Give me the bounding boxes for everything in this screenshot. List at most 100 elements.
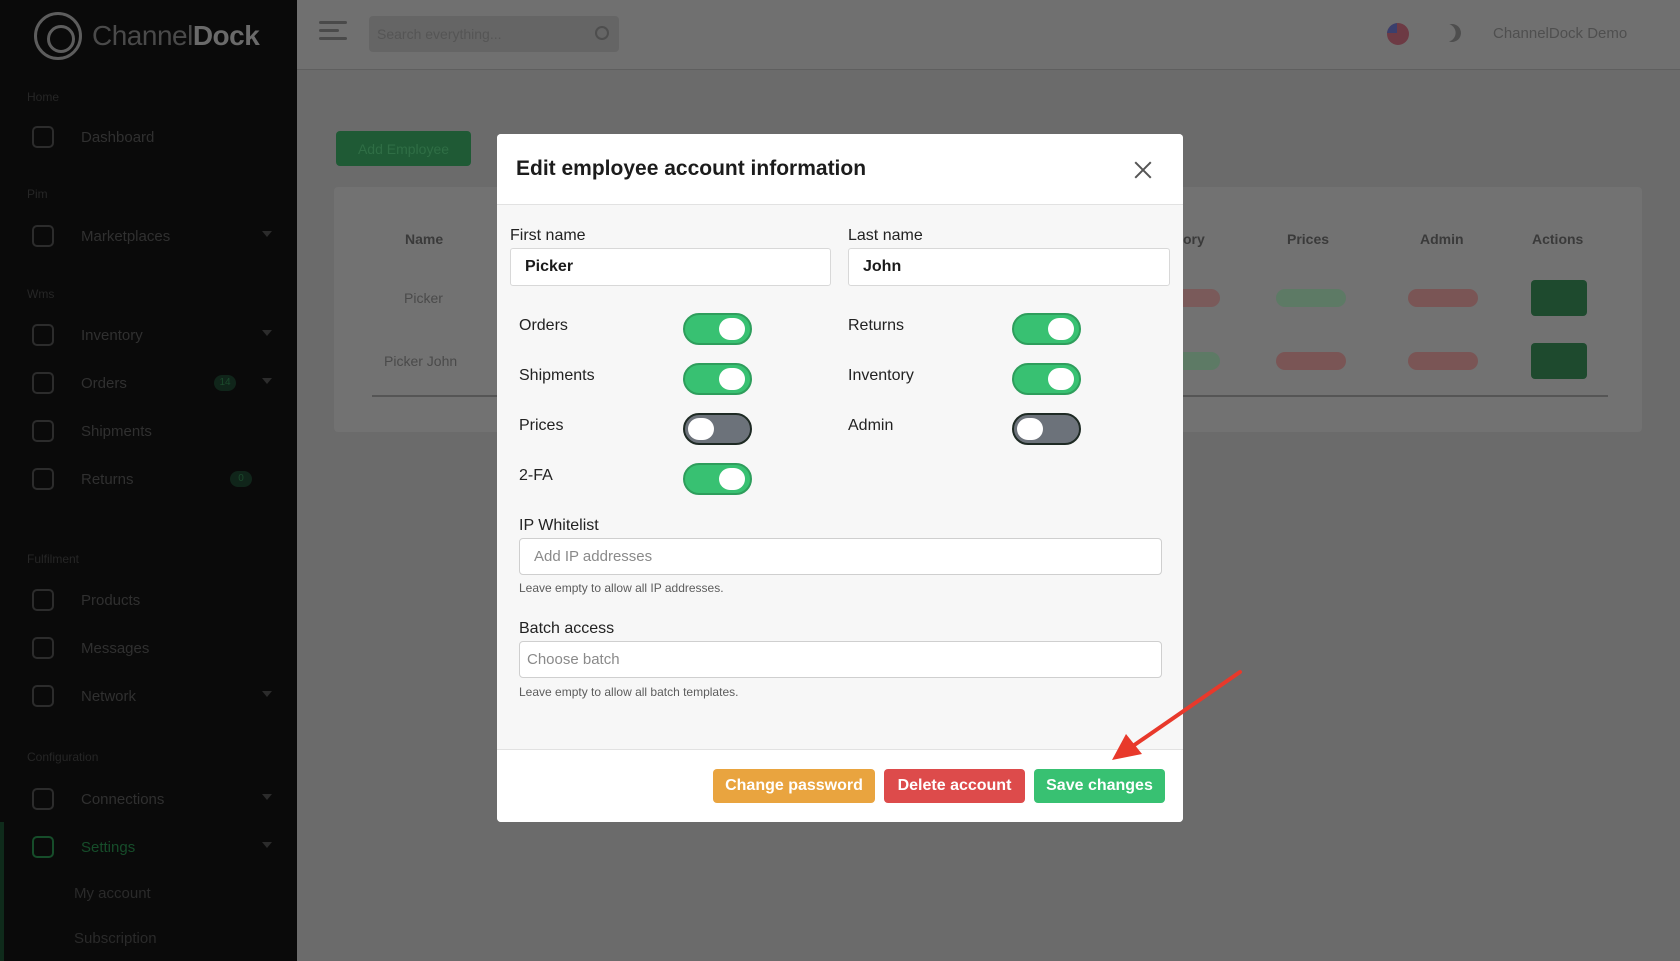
sidebar-item-label: Dashboard (81, 128, 155, 146)
cart-icon (32, 225, 54, 247)
sidebar-item-settings[interactable]: Settings (32, 831, 272, 863)
sidebar-item-label: Shipments (81, 422, 152, 440)
chevron-down-icon (262, 378, 272, 384)
sidebar-item-label: Network (81, 687, 137, 705)
orders-icon (32, 372, 54, 394)
chevron-down-icon (262, 691, 272, 697)
column-header-actions: Actions (1532, 231, 1584, 247)
column-header-name: Name (405, 231, 444, 247)
returns-toggle[interactable] (1012, 313, 1081, 345)
sidebar-item-network[interactable]: Network (32, 680, 272, 712)
admin-toggle[interactable] (1012, 413, 1081, 445)
inventory-toggle[interactable] (1012, 363, 1081, 395)
search-icon[interactable] (595, 26, 609, 40)
sidebar-section-home: Home (27, 90, 60, 104)
delete-account-button[interactable]: Delete account (884, 769, 1025, 803)
toggle-label-admin: Admin (848, 417, 894, 434)
chevron-down-icon (262, 794, 272, 800)
active-indicator (0, 822, 4, 961)
column-header-inventory: ory (1183, 231, 1205, 247)
sidebar-item-label: Connections (81, 790, 165, 808)
sidebar-item-returns[interactable]: Returns 0 (32, 463, 272, 495)
ip-whitelist-input[interactable] (519, 538, 1162, 575)
toggle-label-shipments: Shipments (519, 367, 595, 384)
modal-title: Edit employee account information (516, 157, 867, 180)
add-employee-button[interactable]: Add Employee (336, 131, 471, 166)
sidebar-item-label: Marketplaces (81, 227, 171, 245)
sidebar-item-orders[interactable]: Orders 14 (32, 367, 272, 399)
annotation-arrow-icon (1112, 670, 1242, 760)
toggle-label-prices: Prices (519, 417, 564, 434)
change-password-button[interactable]: Change password (713, 769, 875, 803)
logo-text-dock: Dock (192, 20, 260, 51)
chevron-down-icon (262, 842, 272, 848)
sidebar-item-connections[interactable]: Connections (32, 783, 272, 815)
sidebar-section-wms: Wms (27, 287, 55, 301)
last-name-field[interactable] (848, 248, 1170, 286)
moon-icon[interactable] (1440, 21, 1463, 44)
shipments-toggle[interactable] (683, 363, 752, 395)
two-factor-toggle[interactable] (683, 463, 752, 495)
sidebar-item-label: Inventory (81, 326, 143, 344)
orders-count-badge: 14 (214, 375, 236, 391)
edit-employee-modal: Edit employee account information First … (497, 134, 1183, 822)
sidebar-item-label: Settings (81, 838, 136, 856)
toggle-label-inventory: Inventory (848, 367, 914, 384)
status-badge (1276, 289, 1346, 307)
toggle-label-2fa: 2-FA (519, 467, 553, 484)
batch-access-help: Leave empty to allow all batch templates… (519, 685, 739, 699)
sidebar-subitem-my-account[interactable]: My account (74, 885, 151, 902)
prices-toggle[interactable] (683, 413, 752, 445)
sidebar: ChannelDock Home Dashboard Pim Marketpla… (0, 0, 297, 961)
column-header-admin: Admin (1420, 231, 1464, 247)
toggle-label-orders: Orders (519, 317, 568, 334)
sidebar-item-label: Returns (81, 470, 134, 488)
flag-icon[interactable] (1387, 23, 1409, 45)
column-header-prices: Prices (1287, 231, 1330, 247)
settings-icon (32, 836, 54, 858)
menu-icon[interactable] (319, 21, 347, 45)
edit-button[interactable] (1531, 343, 1587, 379)
sidebar-section-pim: Pim (27, 187, 48, 201)
edit-button[interactable] (1531, 280, 1587, 316)
network-icon (32, 685, 54, 707)
messages-icon (32, 637, 54, 659)
user-menu[interactable]: ChannelDock Demo (1493, 25, 1627, 42)
sidebar-subitem-subscription[interactable]: Subscription (74, 930, 157, 947)
share-icon (32, 788, 54, 810)
modal-header: Edit employee account information (497, 134, 1183, 205)
first-name-label: First name (510, 227, 586, 244)
modal-footer: Change password Delete account Save chan… (497, 749, 1183, 822)
shipments-icon (32, 420, 54, 442)
sidebar-item-products[interactable]: Products (32, 584, 272, 616)
orders-toggle[interactable] (683, 313, 752, 345)
batch-access-select[interactable] (519, 641, 1162, 678)
status-badge (1276, 352, 1346, 370)
logo-icon (34, 12, 82, 60)
batch-access-label: Batch access (519, 620, 615, 637)
returns-count-badge: 0 (230, 471, 252, 487)
sidebar-item-messages[interactable]: Messages (32, 632, 272, 664)
ip-whitelist-label: IP Whitelist (519, 517, 599, 534)
search-input[interactable]: Search everything... (369, 16, 619, 52)
dashboard-icon (32, 126, 54, 148)
sidebar-item-shipments[interactable]: Shipments (32, 415, 272, 447)
sidebar-item-label: Products (81, 591, 141, 609)
save-changes-button[interactable]: Save changes (1034, 769, 1165, 803)
logo[interactable]: ChannelDock (34, 12, 260, 60)
first-name-field[interactable] (510, 248, 831, 286)
chevron-down-icon (262, 231, 272, 237)
chevron-down-icon (262, 330, 272, 336)
status-badge (1408, 289, 1478, 307)
close-icon[interactable] (1133, 160, 1153, 180)
sidebar-item-dashboard[interactable]: Dashboard (32, 121, 272, 153)
top-bar: Search everything... ChannelDock Demo (297, 0, 1680, 70)
sidebar-item-marketplaces[interactable]: Marketplaces (32, 220, 272, 252)
sidebar-item-inventory[interactable]: Inventory (32, 319, 272, 351)
sidebar-item-label: Messages (81, 639, 150, 657)
table-row-name: Picker (404, 290, 443, 306)
search-placeholder: Search everything... (377, 26, 502, 42)
sidebar-item-label: Orders (81, 374, 127, 392)
logo-text-channel: Channel (92, 20, 193, 51)
ip-whitelist-help: Leave empty to allow all IP addresses. (519, 581, 724, 595)
